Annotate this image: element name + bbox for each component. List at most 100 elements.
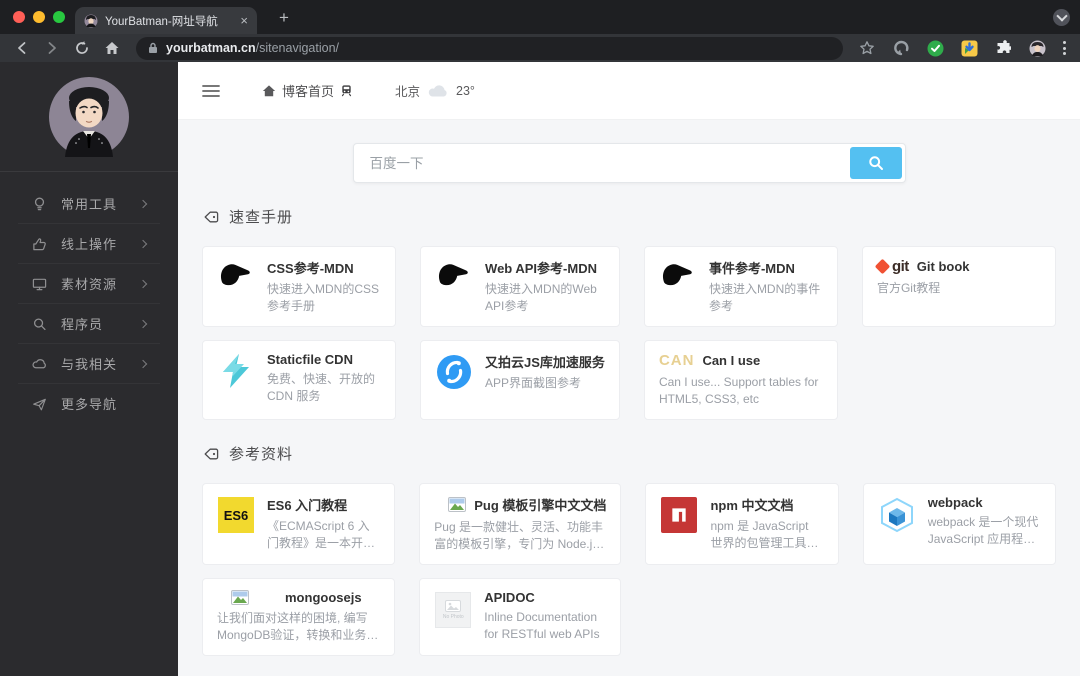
card-title: Can I use <box>702 353 761 369</box>
browser-menu-icon[interactable] <box>1059 41 1070 55</box>
card-desc: webpack 是一个现代 JavaScript 应用程序的静态... <box>927 515 1039 547</box>
card-title: APIDOC <box>484 590 535 606</box>
avatar <box>49 77 129 157</box>
browser-tab[interactable]: YourBatman-网址导航 × <box>75 7 257 34</box>
sidebar-item-material-resources[interactable]: 素材资源 <box>18 263 160 303</box>
tag-icon <box>204 448 219 460</box>
hamburger-menu-icon[interactable] <box>202 84 220 98</box>
card-desc: 快速进入MDN的Web API参考 <box>485 282 597 314</box>
upyun-icon <box>435 352 473 392</box>
browser-toolbar: yourbatman.cn/sitenavigation/ <box>0 34 1080 62</box>
card-desc: APP界面截图参考 <box>485 376 582 391</box>
card-git-book[interactable]: git Git book 官方Git教程 <box>861 246 1056 328</box>
undo-arrow-extension-icon[interactable] <box>889 36 913 60</box>
card-upyun-js[interactable]: 又拍云JS库加速服务 APP界面截图参考 <box>420 340 620 421</box>
card-desc: npm 是 JavaScript 世界的包管理工具，并且是 Node.js ..… <box>710 519 819 551</box>
card-title: npm 中文文档 <box>710 498 794 514</box>
card-events-mdn[interactable]: 事件参考-MDN 快速进入MDN的事件参考 <box>643 246 838 328</box>
lock-icon <box>149 42 157 53</box>
card-pug-docs[interactable]: Pug 模板引擎中文文档 Pug 是一款健壮、灵活、功能丰富的模板引擎，专门为 … <box>419 483 622 566</box>
forward-icon[interactable] <box>40 36 64 60</box>
tab-search-chevron-icon[interactable] <box>1053 9 1070 26</box>
download-extension-icon[interactable] <box>957 36 981 60</box>
thumbs-up-icon <box>33 237 46 250</box>
tab-close-icon[interactable]: × <box>240 14 248 27</box>
content: 速查手册 CSS参考-MDN 快速进入MDN的CSS参考手册 <box>178 120 1080 676</box>
card-title: 事件参考-MDN <box>708 261 795 276</box>
weather-widget: 北京 23° <box>395 81 475 100</box>
section-title: 参考资料 <box>229 446 294 464</box>
card-webapi-mdn[interactable]: Web API参考-MDN 快速进入MDN的Web API参考 <box>420 246 620 328</box>
card-title: ES6 入门教程 <box>267 498 348 514</box>
sidebar-item-common-tools[interactable]: 常用工具 <box>18 184 160 223</box>
sidebar-item-label: 更多导航 <box>61 397 118 412</box>
tab-title: YourBatman-网址导航 <box>105 15 218 28</box>
card-npm-docs[interactable]: npm 中文文档 npm 是 JavaScript 世界的包管理工具，并且是 N… <box>645 483 839 566</box>
window-close-button[interactable] <box>13 11 25 23</box>
card-title: Pug 模板引擎中文文档 <box>474 498 607 514</box>
sidebar-item-more-nav[interactable]: 更多导航 <box>18 383 160 423</box>
chevron-right-icon <box>138 359 148 368</box>
blog-home-link[interactable]: 博客首页 <box>262 81 353 100</box>
back-icon[interactable] <box>10 36 34 60</box>
new-tab-button[interactable]: + <box>279 8 289 28</box>
caniuse-logo-icon: CAN <box>658 352 695 370</box>
search-input[interactable] <box>353 144 847 182</box>
section-header: 速查手册 <box>202 206 1056 227</box>
card-css-mdn[interactable]: CSS参考-MDN 快速进入MDN的CSS参考手册 <box>202 246 397 328</box>
blog-home-label: 博客首页 <box>282 84 335 99</box>
card-title: Git book <box>916 259 970 274</box>
bookmark-star-icon[interactable] <box>855 36 879 60</box>
card-desc: 快速进入MDN的事件参考 <box>708 282 821 314</box>
page: 常用工具 线上操作 素材资源 程序员 与我相关 更多导航 博客首页 北京 23°… <box>0 62 1080 676</box>
card-mongoosejs[interactable]: mongoosejs 让我们面对这样的困境, 编写MongoDB验证，转换和业务… <box>202 578 396 657</box>
card-desc: Can I use... Support tables for HTML5, C… <box>658 375 819 407</box>
profile-avatar[interactable] <box>1025 36 1049 60</box>
card-desc: 让我们面对这样的困境, 编写MongoDB验证，转换和业务逻辑是非常麻烦的... <box>217 611 379 643</box>
train-icon <box>341 85 352 97</box>
sidebar-item-label: 素材资源 <box>61 277 118 292</box>
green-check-extension-icon[interactable] <box>923 36 947 60</box>
toolbar-extensions <box>855 36 1070 60</box>
sidebar-item-label: 常用工具 <box>61 197 118 212</box>
card-desc: 快速进入MDN的CSS参考手册 <box>267 282 380 314</box>
card-title: 又拍云JS库加速服务 <box>485 355 605 371</box>
no-photo-icon: No Photo <box>434 590 472 643</box>
card-grid: CSS参考-MDN 快速进入MDN的CSS参考手册 Web API参考-MDN <box>202 246 1056 421</box>
window-minimize-button[interactable] <box>33 11 45 23</box>
weather-cloud-icon <box>428 85 447 97</box>
lightbulb-icon <box>34 197 45 210</box>
card-webpack[interactable]: webpack webpack 是一个现代 JavaScript 应用程序的静态… <box>862 483 1056 566</box>
weather-city: 北京 <box>395 85 421 99</box>
window-fullscreen-button[interactable] <box>53 11 65 23</box>
card-title: Web API参考-MDN <box>485 261 597 276</box>
card-title: Staticfile CDN <box>267 352 353 368</box>
card-can-i-use[interactable]: CAN Can I use Can I use... Support table… <box>643 340 838 421</box>
cloud-icon <box>32 358 46 368</box>
search-button[interactable] <box>849 147 902 179</box>
url-bar[interactable]: yourbatman.cn/sitenavigation/ <box>136 36 843 60</box>
card-desc: 官方Git教程 <box>876 281 941 295</box>
url-path: /sitenavigation/ <box>255 41 339 55</box>
card-es6-tutorial[interactable]: ES6 ES6 入门教程 《ECMAScript 6 入门教程》是一本开源的 J… <box>202 483 396 566</box>
card-grid: ES6 ES6 入门教程 《ECMAScript 6 入门教程》是一本开源的 J… <box>202 483 1056 657</box>
git-logo-icon: git <box>874 258 909 275</box>
sidebar-nav: 常用工具 线上操作 素材资源 程序员 与我相关 更多导航 <box>18 184 160 423</box>
extensions-puzzle-icon[interactable] <box>991 36 1015 60</box>
chevron-right-icon <box>138 319 148 328</box>
sidebar-item-online-ops[interactable]: 线上操作 <box>18 223 160 263</box>
sidebar-item-about-me[interactable]: 与我相关 <box>18 343 160 383</box>
home-icon <box>262 84 276 96</box>
weather-temperature: 23° <box>456 83 475 98</box>
reload-icon[interactable] <box>70 36 94 60</box>
card-title: webpack <box>927 495 983 511</box>
search-icon <box>868 156 883 170</box>
chevron-right-icon <box>138 199 148 208</box>
mdn-dino-icon <box>435 258 473 315</box>
card-staticfile-cdn[interactable]: Staticfile CDN 免费、快速、开放的 CDN 服务 <box>202 340 397 421</box>
browser-tab-strip: YourBatman-网址导航 × + <box>0 0 1080 34</box>
card-apidoc[interactable]: No Photo APIDOC Inline Documentation for… <box>419 578 622 657</box>
home-icon[interactable] <box>100 36 124 60</box>
mdn-dino-icon <box>217 258 255 315</box>
sidebar-item-programmer[interactable]: 程序员 <box>18 303 160 343</box>
